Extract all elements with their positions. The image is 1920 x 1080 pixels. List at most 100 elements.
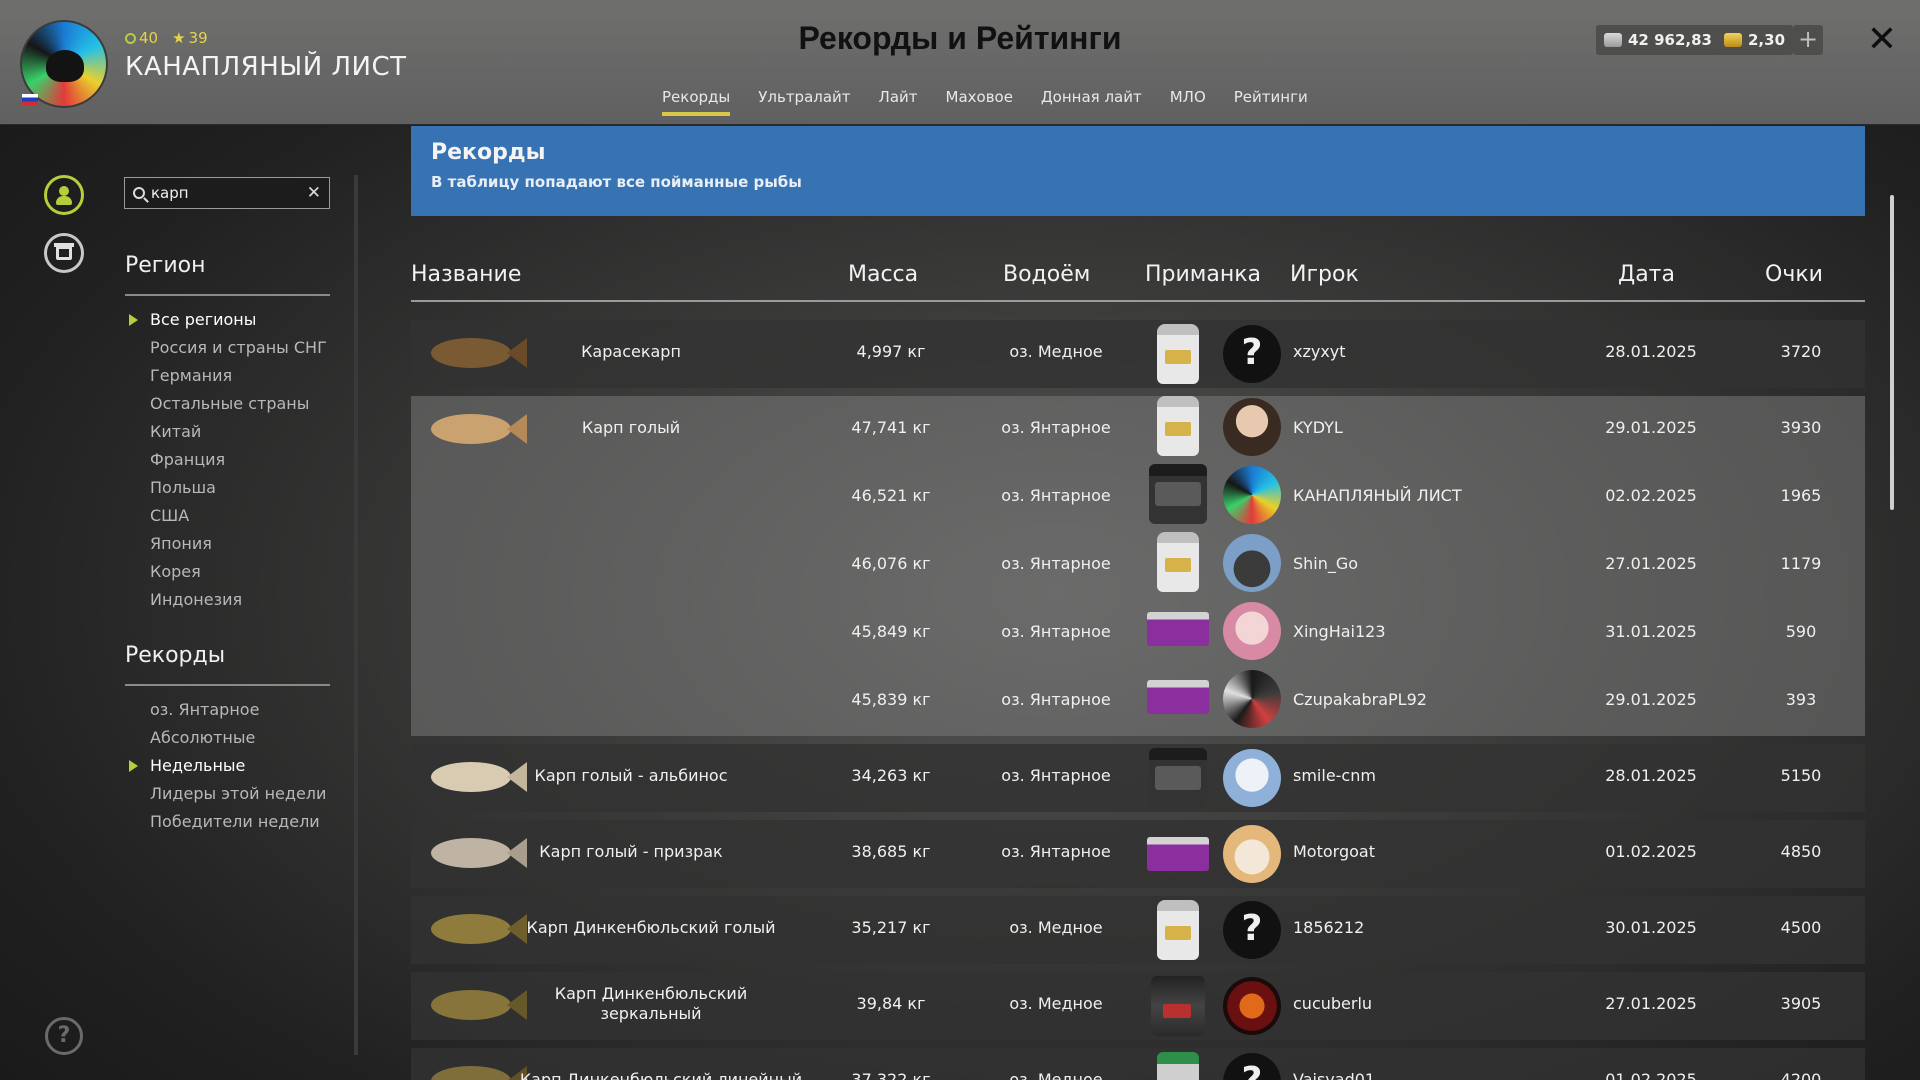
records-item-absolute[interactable]: Абсолютные — [150, 724, 326, 752]
tab-light[interactable]: Лайт — [865, 88, 932, 116]
tab-bottom-light[interactable]: Донная лайт — [1027, 88, 1156, 116]
player-name[interactable]: CzupakabraPL92 — [1293, 690, 1427, 709]
tab-ratings[interactable]: Рейтинги — [1220, 88, 1322, 116]
player-name[interactable]: cucuberlu — [1293, 994, 1372, 1013]
player-name[interactable]: XingHai123 — [1293, 622, 1386, 641]
unknown-avatar-icon: ? — [1223, 901, 1281, 959]
tab-float[interactable]: Маховое — [932, 88, 1027, 116]
player-name[interactable]: smile-cnm — [1293, 766, 1376, 785]
player-name[interactable]: 1856212 — [1293, 918, 1364, 937]
table-row[interactable]: Карп голый - призрак 38,685 кг оз. Янтар… — [411, 820, 1865, 888]
record-points: 4850 — [1780, 842, 1822, 861]
search-input[interactable] — [151, 184, 301, 202]
region-item-other[interactable]: Остальные страны — [150, 390, 327, 418]
level-stat: 40 — [125, 29, 158, 47]
record-points: 4500 — [1780, 918, 1822, 937]
records-item-weekly[interactable]: Недельные — [128, 752, 326, 780]
record-date: 31.01.2025 — [1605, 622, 1697, 641]
water-body: оз. Медное — [1009, 1070, 1103, 1080]
archive-glyph — [54, 243, 74, 260]
player-name[interactable]: Motorgoat — [1293, 842, 1375, 861]
fish-name: Карп голый - альбинос — [534, 766, 728, 785]
level-icon — [125, 32, 136, 44]
table-row[interactable]: Карп Динкенбюльский линейный 37,322 кг о… — [411, 1048, 1865, 1080]
fish-name: Карп Динкенбюльский зеркальный — [554, 984, 748, 1023]
region-item-korea[interactable]: Корея — [150, 558, 327, 586]
col-mass[interactable]: Масса — [848, 262, 918, 287]
bait-icon — [1157, 532, 1199, 592]
record-points: 590 — [1785, 622, 1817, 641]
add-currency-button[interactable]: + — [1793, 25, 1823, 55]
gold-value: 2,30 — [1748, 31, 1786, 49]
table-row[interactable]: Карасекарп 4,997 кг оз. Медное ? xzyxyt … — [411, 320, 1865, 388]
region-item-all[interactable]: Все регионы — [129, 306, 327, 334]
fish-image — [431, 332, 531, 372]
fish-name: Карп голый - призрак — [539, 842, 723, 861]
records-item-week-winners[interactable]: Победители недели — [150, 808, 326, 836]
col-water[interactable]: Водоём — [1003, 262, 1090, 287]
player-name[interactable]: Shin_Go — [1293, 554, 1358, 573]
tab-records[interactable]: Рекорды — [648, 88, 744, 116]
region-item-china[interactable]: Китай — [150, 418, 327, 446]
fish-mass: 45,849 кг — [851, 622, 931, 641]
table-scrollbar[interactable] — [1890, 195, 1894, 510]
tab-ultralight[interactable]: Ультралайт — [744, 88, 864, 116]
record-date: 27.01.2025 — [1605, 554, 1697, 573]
player-name[interactable]: Vaisyad01 — [1293, 1070, 1375, 1080]
tab-mlo[interactable]: МЛО — [1156, 88, 1220, 116]
fish-mass: 34,263 кг — [851, 766, 931, 785]
fish-mass: 47,741 кг — [851, 418, 931, 437]
water-body: оз. Янтарное — [1001, 842, 1111, 861]
region-item-poland[interactable]: Польша — [150, 474, 327, 502]
region-item-germany[interactable]: Германия — [150, 362, 327, 390]
col-date[interactable]: Дата — [1618, 262, 1675, 287]
table-row[interactable]: Карп голый - альбинос 34,263 кг оз. Янта… — [411, 744, 1865, 812]
records-item-week-leaders[interactable]: Лидеры этой недели — [150, 780, 326, 808]
water-body: оз. Медное — [1009, 342, 1103, 361]
fish-mass: 35,217 кг — [851, 918, 931, 937]
stars-value: 39 — [188, 29, 208, 47]
fish-mass: 38,685 кг — [851, 842, 931, 861]
region-item-usa[interactable]: США — [150, 502, 327, 530]
records-table: Карасекарп 4,997 кг оз. Медное ? xzyxyt … — [411, 320, 1865, 1080]
record-date: 29.01.2025 — [1605, 418, 1697, 437]
table-row[interactable]: Карп Динкенбюльский зеркальный 39,84 кг … — [411, 972, 1865, 1040]
player-avatar — [1223, 749, 1281, 807]
table-row[interactable]: Карп Динкенбюльский голый 35,217 кг оз. … — [411, 896, 1865, 964]
clear-search-icon[interactable]: ✕ — [307, 183, 321, 203]
bait-icon — [1147, 680, 1209, 714]
player-name[interactable]: KYDYL — [1293, 418, 1343, 437]
region-item-russia[interactable]: Россия и страны СНГ — [150, 334, 327, 362]
col-bait[interactable]: Приманка — [1145, 262, 1261, 287]
player-name[interactable]: КАНАПЛЯНЫЙ ЛИСТ — [1293, 486, 1462, 505]
panel-divider — [354, 175, 358, 1055]
bait-icon — [1149, 464, 1207, 524]
record-date: 01.02.2025 — [1605, 1070, 1697, 1080]
bait-icon — [1151, 976, 1205, 1036]
player-name[interactable]: xzyxyt — [1293, 342, 1346, 361]
close-button[interactable]: ✕ — [1862, 20, 1902, 60]
region-item-indonesia[interactable]: Индонезия — [150, 586, 327, 614]
water-body: оз. Янтарное — [1001, 418, 1111, 437]
region-item-japan[interactable]: Япония — [150, 530, 327, 558]
col-name[interactable]: Название — [411, 262, 521, 287]
record-points: 3905 — [1780, 994, 1822, 1013]
help-icon[interactable]: ? — [45, 1017, 83, 1055]
friends-icon[interactable] — [44, 175, 84, 215]
records-item-yantarnoe[interactable]: оз. Янтарное — [150, 696, 326, 724]
record-points: 1965 — [1780, 486, 1822, 505]
record-date: 02.02.2025 — [1605, 486, 1697, 505]
records-banner: Рекорды В таблицу попадают все пойманные… — [411, 126, 1865, 216]
record-date: 28.01.2025 — [1605, 766, 1697, 785]
player-name: КАНАПЛЯНЫЙ ЛИСТ — [125, 52, 407, 82]
col-player[interactable]: Игрок — [1290, 262, 1359, 287]
region-item-france[interactable]: Франция — [150, 446, 327, 474]
fish-group: Карп голый 47,741 кг оз. Янтарное KYDYL … — [411, 396, 1865, 736]
fish-mass: 37,322 кг — [851, 1070, 931, 1080]
player-avatar — [1223, 602, 1281, 660]
archive-icon[interactable] — [44, 233, 84, 273]
col-points[interactable]: Очки — [1765, 262, 1823, 287]
player-avatar — [1223, 825, 1281, 883]
region-heading: Регион — [125, 253, 206, 278]
records-divider — [125, 684, 330, 686]
